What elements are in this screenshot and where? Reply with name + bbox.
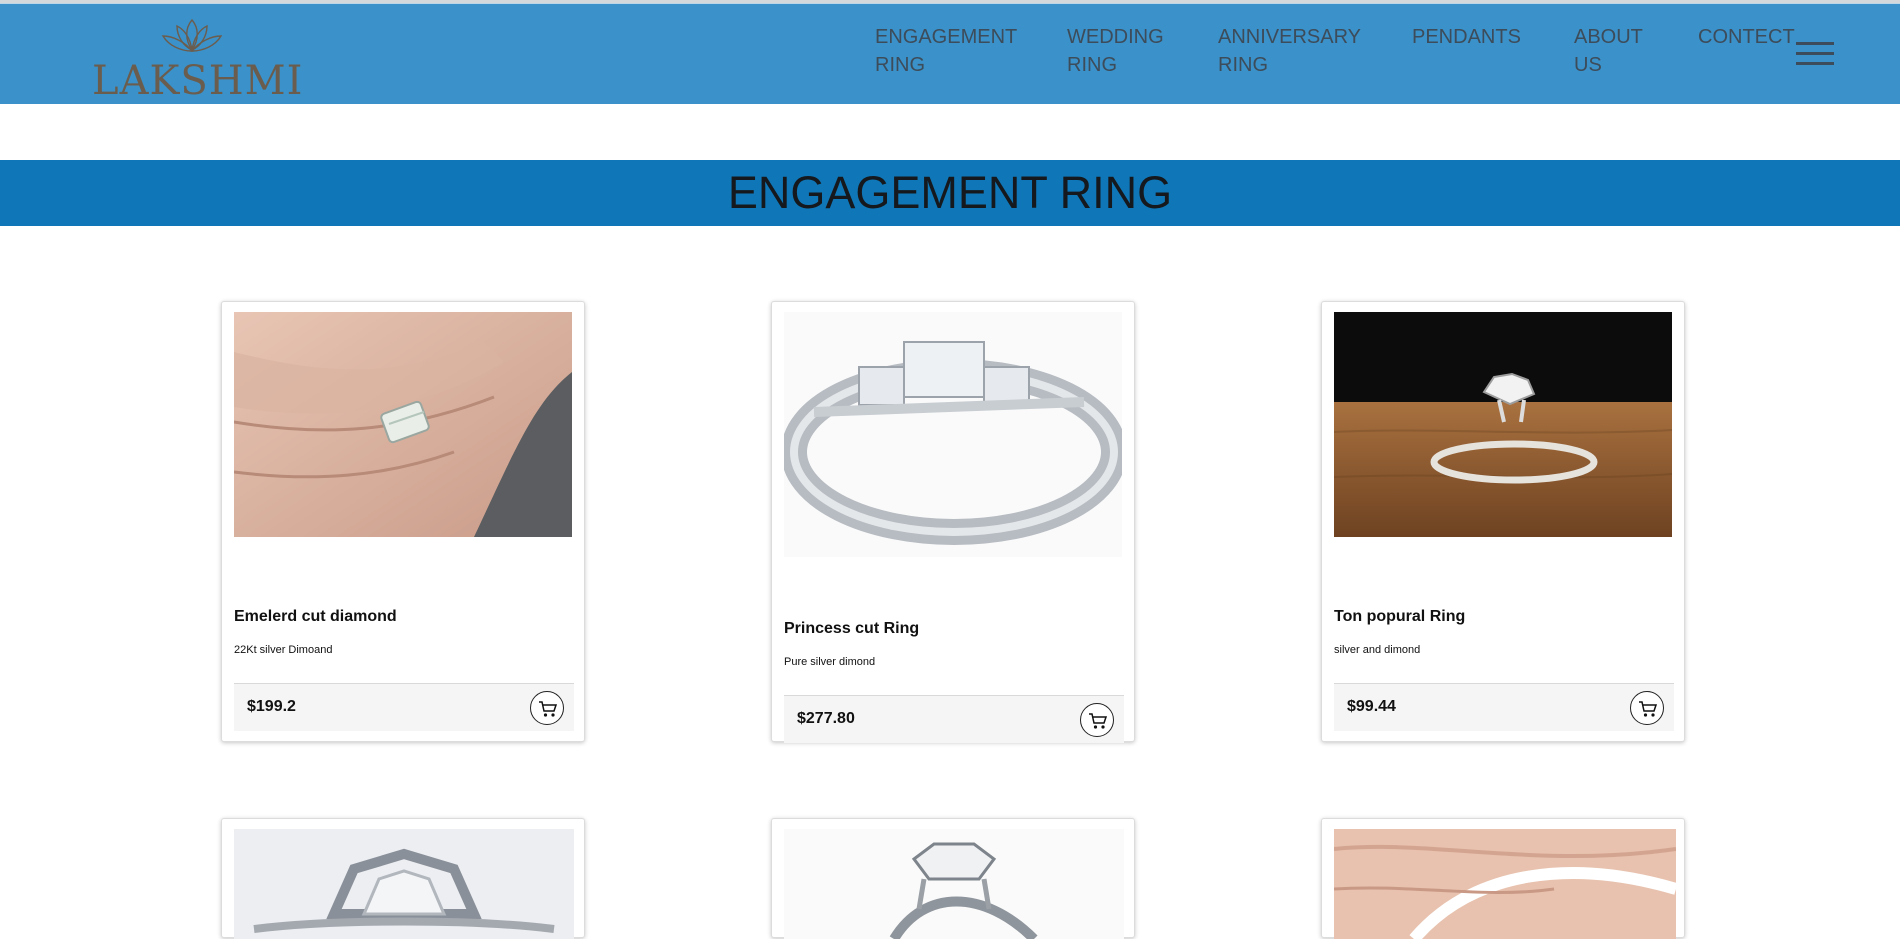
brand-name: LAKSHMI bbox=[92, 58, 304, 104]
product-description: Pure silver dimond bbox=[784, 656, 876, 668]
product-footer: $199.2 bbox=[234, 683, 574, 731]
product-image[interactable] bbox=[1334, 829, 1676, 939]
lotus-logo-icon bbox=[161, 18, 223, 52]
product-card[interactable] bbox=[221, 818, 585, 939]
product-footer: $277.80 bbox=[784, 695, 1124, 743]
navbar: LAKSHMI ENGAGEMENT RING WEDDING RING ANN… bbox=[0, 3, 1900, 104]
product-card[interactable]: Princess cut Ring Pure silver dimond $27… bbox=[771, 301, 1135, 743]
add-to-cart-button[interactable] bbox=[1080, 703, 1114, 737]
product-name: Emelerd cut diamond bbox=[234, 608, 397, 625]
shopping-cart-icon bbox=[1089, 713, 1108, 729]
product-card[interactable]: Ton popural Ring silver and dimond $99.4… bbox=[1321, 301, 1685, 742]
product-name: Ton popural Ring bbox=[1334, 608, 1466, 625]
product-name: Princess cut Ring bbox=[784, 620, 920, 637]
nav-wedding-ring[interactable]: WEDDING RING bbox=[1067, 23, 1167, 79]
product-description: silver and dimond bbox=[1334, 644, 1421, 656]
product-card[interactable] bbox=[1321, 818, 1685, 939]
product-image[interactable] bbox=[234, 312, 572, 537]
shopping-cart-icon bbox=[539, 701, 558, 717]
nav-engagement-ring[interactable]: ENGAGEMENT RING bbox=[875, 23, 1017, 79]
shopping-cart-icon bbox=[1639, 701, 1658, 717]
product-description: 22Kt silver Dimoand bbox=[234, 644, 333, 656]
section-title: ENGAGEMENT RING bbox=[727, 167, 1173, 218]
product-card[interactable]: Emelerd cut diamond 22Kt silver Dimoand … bbox=[221, 301, 585, 742]
nav-contact[interactable]: CONTECT bbox=[1698, 23, 1795, 51]
product-card[interactable] bbox=[771, 818, 1135, 939]
product-image[interactable] bbox=[784, 829, 1124, 939]
nav-anniversary-ring[interactable]: ANNIVERSARY RING bbox=[1218, 23, 1368, 79]
nav-about-us[interactable]: ABOUT US bbox=[1574, 23, 1649, 79]
hamburger-menu-icon[interactable] bbox=[1796, 42, 1834, 66]
nav-pendants[interactable]: PENDANTS bbox=[1412, 23, 1522, 51]
product-footer: $99.44 bbox=[1334, 683, 1674, 731]
brand-logo[interactable]: LAKSHMI bbox=[92, 18, 302, 104]
product-price: $277.80 bbox=[797, 710, 855, 727]
section-header: ENGAGEMENT RING bbox=[0, 160, 1900, 226]
product-image[interactable] bbox=[234, 829, 574, 939]
add-to-cart-button[interactable] bbox=[1630, 691, 1664, 725]
product-image[interactable] bbox=[1334, 312, 1672, 537]
product-price: $199.2 bbox=[247, 698, 296, 715]
product-price: $99.44 bbox=[1347, 698, 1396, 715]
product-image[interactable] bbox=[784, 312, 1122, 557]
add-to-cart-button[interactable] bbox=[530, 691, 564, 725]
